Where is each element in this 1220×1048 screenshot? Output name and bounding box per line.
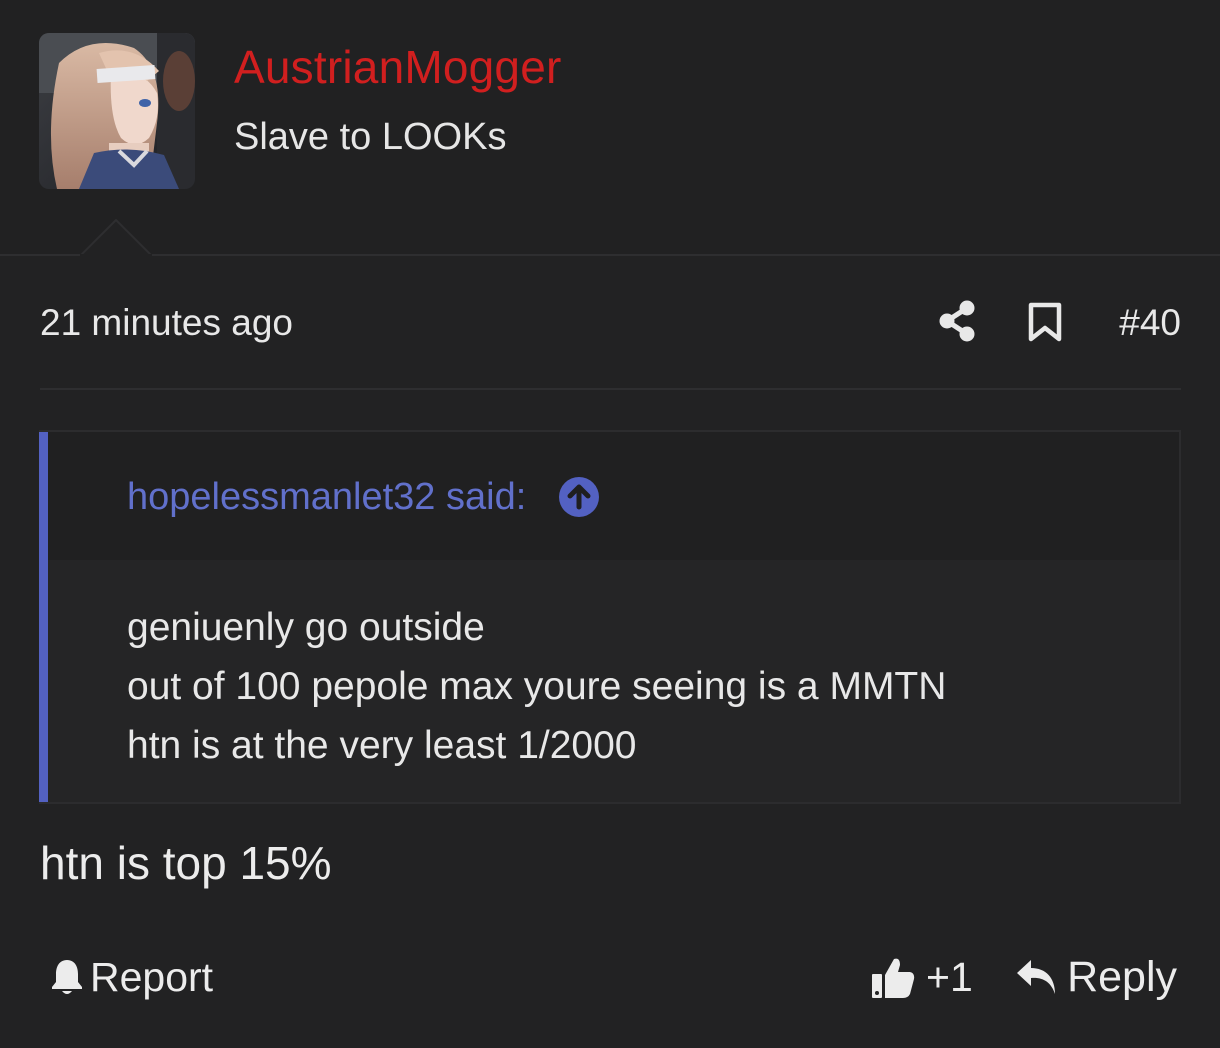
- post-meta-row: 21 minutes ago #40: [40, 296, 1181, 350]
- like-count: +1: [926, 953, 973, 1000]
- quote-header: hopelessmanlet32 said:: [48, 432, 1179, 560]
- share-icon[interactable]: [937, 300, 977, 342]
- arrow-up-circle-icon[interactable]: [558, 476, 600, 518]
- quote-block: hopelessmanlet32 said: geniuenly go outs…: [39, 430, 1181, 804]
- reply-arrow-icon: [1017, 960, 1056, 994]
- header-caret: [80, 219, 152, 256]
- username-link[interactable]: AustrianMogger: [234, 40, 562, 94]
- avatar-image: [39, 33, 195, 189]
- quote-author-link[interactable]: hopelessmanlet32 said:: [127, 476, 526, 519]
- report-button[interactable]: Report: [50, 952, 213, 1002]
- post-timestamp[interactable]: 21 minutes ago: [40, 302, 293, 344]
- post-actions: Report +1 Reply: [40, 944, 1181, 1008]
- user-title: Slave to LOOKs: [234, 116, 507, 158]
- avatar[interactable]: [39, 33, 195, 189]
- post-number-link[interactable]: #40: [1119, 302, 1181, 344]
- like-button[interactable]: +1: [870, 952, 973, 1002]
- post-page: AustrianMogger Slave to LOOKs 21 minutes…: [0, 0, 1220, 1048]
- quote-accent-bar: [39, 432, 48, 802]
- thumbs-up-icon: [872, 958, 915, 998]
- quote-line: geniuenly go outside: [127, 606, 485, 649]
- bookmark-icon[interactable]: [1028, 302, 1062, 342]
- quote-body: geniuenly go outside out of 100 pepole m…: [127, 598, 946, 775]
- reply-label: Reply: [1067, 952, 1177, 1001]
- quote-line: out of 100 pepole max youre seeing is a …: [127, 665, 947, 708]
- post-user-header: AustrianMogger Slave to LOOKs: [0, 0, 1220, 256]
- meta-divider: [40, 388, 1181, 390]
- post-message: htn is top 15%: [40, 837, 332, 889]
- bell-icon: [52, 960, 82, 994]
- reply-button[interactable]: Reply: [1015, 952, 1177, 1002]
- quote-line: htn is at the very least 1/2000: [127, 724, 637, 767]
- report-label: Report: [90, 953, 214, 1000]
